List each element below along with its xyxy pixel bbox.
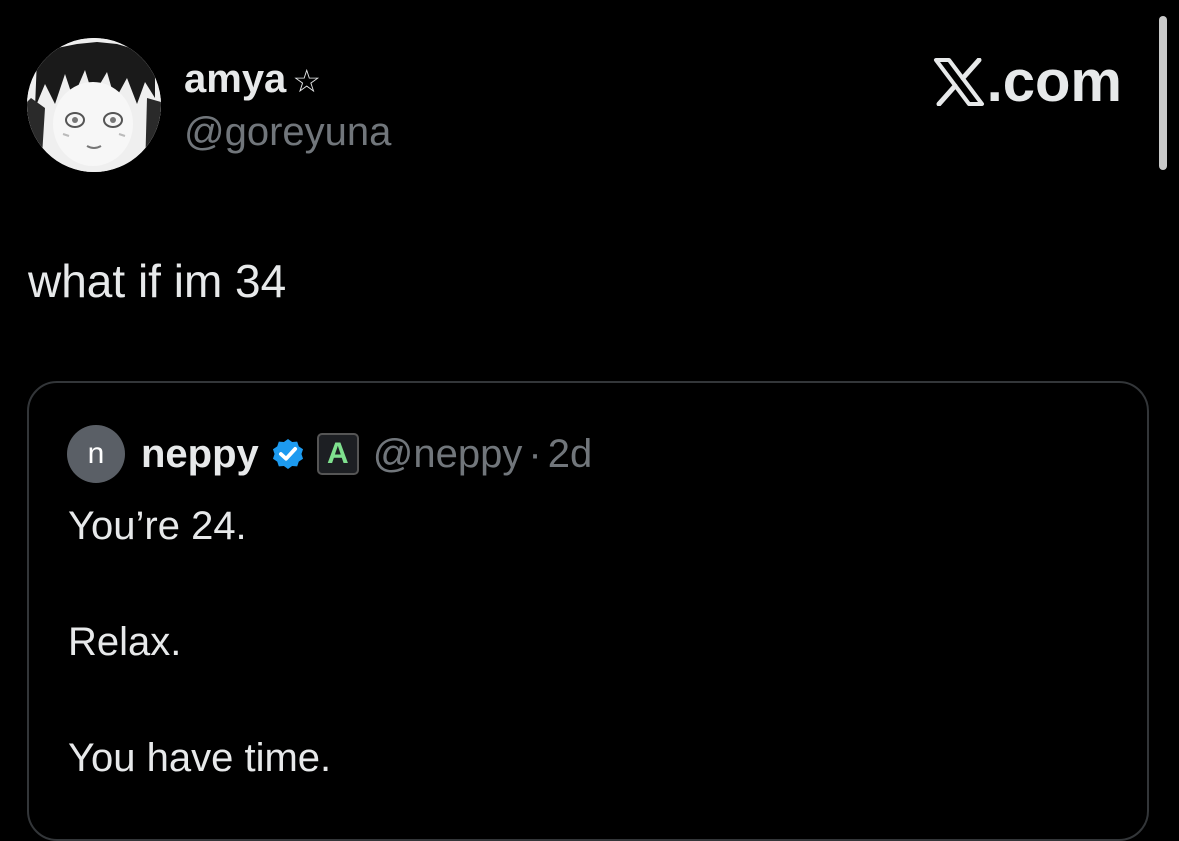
author-name-text: amya <box>184 57 287 101</box>
quoted-tweet-card[interactable]: n neppy A @neppy · 2d You’re 24. Relax. … <box>27 381 1149 841</box>
affiliate-badge-icon[interactable]: A <box>316 433 359 475</box>
author-display-name[interactable]: amya ☆ <box>184 56 321 104</box>
quoted-author-handle[interactable]: @neppy <box>373 432 523 477</box>
quoted-tweet-timestamp[interactable]: 2d <box>548 432 593 477</box>
brand-watermark: .com <box>933 50 1122 114</box>
tweet-text: what if im 34 <box>28 255 287 307</box>
author-avatar[interactable] <box>27 38 161 172</box>
quoted-tweet-header: neppy A @neppy · 2d <box>141 427 592 481</box>
anime-avatar-icon <box>27 38 161 172</box>
author-handle[interactable]: @goreyuna <box>184 109 391 155</box>
brand-domain-text: .com <box>986 49 1122 114</box>
header-separator: · <box>528 431 542 476</box>
x-logo-icon <box>933 58 984 106</box>
scrollbar[interactable] <box>1159 16 1167 170</box>
quoted-tweet-line: You have time. <box>68 736 332 780</box>
quoted-tweet-line: You’re 24. <box>68 504 247 548</box>
quoted-tweet-line: Relax. <box>68 620 182 664</box>
quoted-author-name[interactable]: neppy <box>141 432 259 477</box>
star-icon: ☆ <box>292 62 321 100</box>
verified-badge-icon <box>269 435 307 473</box>
quoted-author-avatar[interactable]: n <box>67 425 125 483</box>
